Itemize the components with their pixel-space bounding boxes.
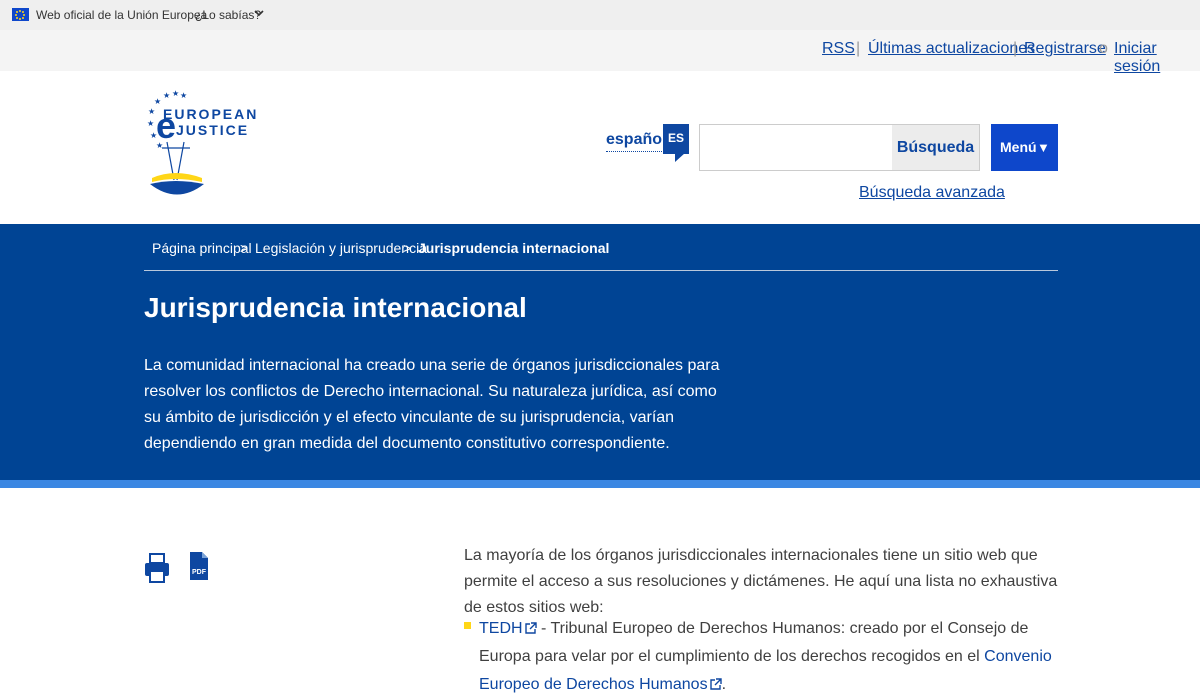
page-intro: La comunidad internacional ha creado una… — [144, 357, 720, 452]
search-input[interactable] — [700, 125, 892, 170]
logo-text-justice: JUSTICE — [176, 122, 250, 138]
breadcrumb-legislation[interactable]: Legislación y jurisprudencia — [255, 240, 427, 256]
search-box: Búsqueda — [699, 124, 980, 171]
did-you-know-toggle[interactable]: ¿Lo sabías? — [195, 8, 261, 22]
list-item-end: . — [721, 676, 727, 693]
banner-accent-strip — [0, 480, 1200, 488]
language-code-badge[interactable]: ES — [663, 124, 689, 162]
advanced-search-link[interactable]: Búsqueda avanzada — [859, 184, 1005, 202]
pdf-icon-label: PDF — [192, 569, 207, 576]
print-icon[interactable] — [144, 552, 170, 584]
breadcrumb-separator: > — [240, 240, 249, 256]
svg-text:★: ★ — [172, 90, 179, 98]
register-link[interactable]: Registrarse — [1024, 40, 1106, 58]
eu-official-text: Web oficial de la Unión Europea — [36, 8, 208, 22]
triangle-down-icon: ▼ — [1037, 140, 1050, 155]
page-title: Jurisprudencia internacional — [144, 292, 527, 323]
rss-link[interactable]: RSS — [822, 40, 855, 58]
search-button[interactable]: Búsqueda — [892, 125, 979, 170]
separator: | — [856, 40, 861, 57]
logo-text-european: EUROPEAN — [163, 106, 259, 122]
list-item-text: - Tribunal Europeo de Derechos Humanos: … — [479, 620, 1029, 665]
pdf-icon[interactable]: PDF — [189, 551, 209, 581]
chevron-down-icon[interactable] — [254, 8, 264, 21]
breadcrumb-separator: > — [403, 240, 412, 256]
top-links-bar: RSS | Últimas actualizaciones | Registra… — [0, 30, 1200, 75]
list-bullet — [464, 622, 471, 629]
content-paragraph: La mayoría de los órganos jurisdiccional… — [464, 547, 1058, 616]
eu-official-bar: Web oficial de la Unión Europea ¿Lo sabí… — [0, 0, 1200, 30]
breadcrumb-divider — [144, 270, 1058, 271]
list-item: TEDH - Tribunal Europeo de Derechos Huma… — [479, 615, 1079, 699]
menu-button-label: Menú — [1000, 139, 1037, 155]
login-link[interactable]: Iniciar sesión — [1114, 40, 1200, 76]
eu-flag-icon — [12, 8, 29, 21]
separator: | — [1013, 40, 1018, 57]
external-link-icon — [524, 622, 537, 634]
svg-text:★: ★ — [148, 107, 155, 116]
svg-text:★: ★ — [163, 91, 170, 100]
language-selector[interactable]: español — [606, 131, 667, 152]
or-text: o — [1099, 40, 1108, 57]
external-link-icon — [709, 678, 722, 690]
svg-text:★: ★ — [180, 91, 187, 100]
tedh-link[interactable]: TEDH — [479, 620, 523, 637]
breadcrumb-current: Jurisprudencia internacional — [418, 240, 610, 256]
svg-text:★: ★ — [147, 119, 154, 128]
menu-button[interactable]: Menú ▼ — [991, 124, 1058, 171]
breadcrumb-home[interactable]: Página principal — [152, 240, 252, 256]
latest-updates-link[interactable]: Últimas actualizaciones — [868, 40, 1035, 58]
